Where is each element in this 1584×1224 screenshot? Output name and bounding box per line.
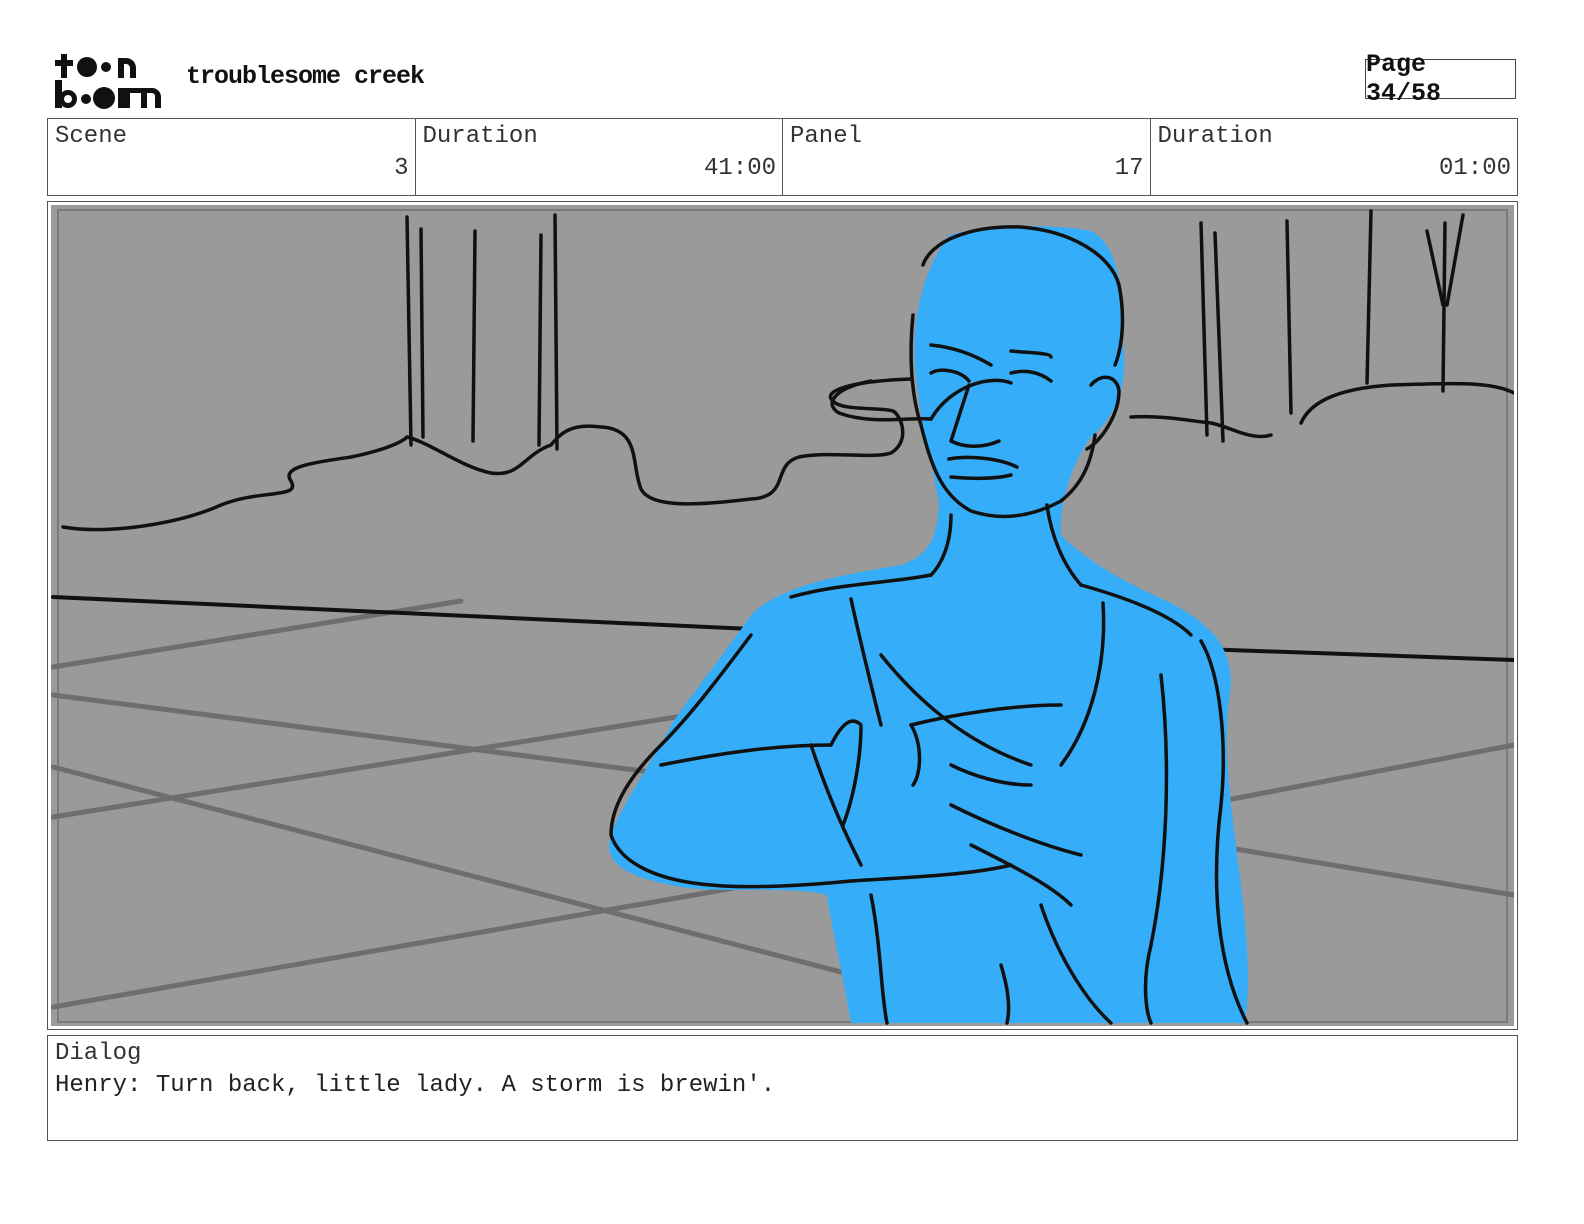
- scene-label: Scene: [55, 123, 128, 150]
- panel-duration-value: 01:00: [1438, 155, 1511, 182]
- panel-duration-label: Duration: [1157, 123, 1273, 150]
- scene-cell: Scene 3: [48, 119, 416, 195]
- scene-duration-cell: Duration 41:00: [416, 119, 783, 195]
- dialog-label: Dialog: [55, 1040, 142, 1067]
- panel-sketch: [51, 205, 1514, 1026]
- storyboard-panel: [47, 201, 1518, 1030]
- panel-value: 17: [1114, 155, 1144, 182]
- scene-duration-label: Duration: [422, 123, 538, 150]
- dialog-text: Henry: Turn back, little lady. A storm i…: [55, 1072, 776, 1099]
- scene-value: 3: [394, 155, 409, 182]
- panel-cell: Panel 17: [783, 119, 1151, 195]
- panel-label: Panel: [790, 123, 863, 150]
- scene-info-table: Scene 3 Duration 41:00 Panel 17 Duration…: [47, 118, 1518, 196]
- panel-duration-cell: Duration 01:00: [1151, 119, 1518, 195]
- toon-boom-logo: [55, 54, 161, 109]
- page-indicator: Page 34/58: [1365, 50, 1516, 108]
- dialog-box: Dialog Henry: Turn back, little lady. A …: [47, 1035, 1518, 1141]
- document-title: troublesome creek: [186, 62, 425, 91]
- scene-duration-value: 41:00: [703, 155, 776, 182]
